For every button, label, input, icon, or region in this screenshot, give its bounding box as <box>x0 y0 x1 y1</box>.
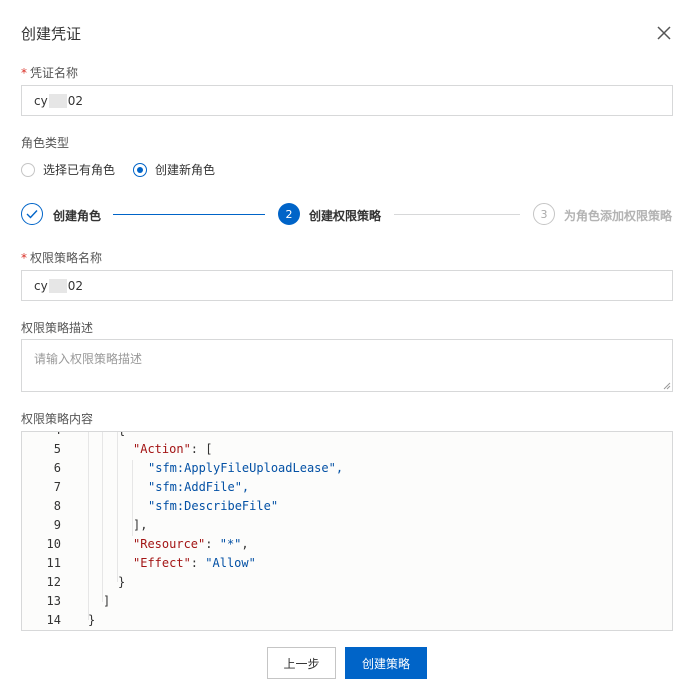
credential-name-suffix: 02 <box>67 93 83 108</box>
credential-name-prefix: cy <box>34 93 48 108</box>
radio-circle-selected <box>133 162 147 177</box>
code-line: ] <box>103 594 111 608</box>
prev-button[interactable]: 上一步 <box>267 647 336 679</box>
policy-desc-label: 权限策略描述 <box>21 321 94 335</box>
credential-name-input[interactable]: cy 02 <box>21 85 673 116</box>
policy-name-input[interactable]: cy 02 <box>21 270 673 301</box>
code-line: "sfm:ApplyFileUploadLease", <box>148 461 344 475</box>
dialog-title: 创建凭证 <box>21 25 82 43</box>
code-line: } <box>88 613 96 627</box>
policy-name-label: * 权限策略名称 <box>21 251 103 265</box>
radio-label: 创建新角色 <box>155 163 216 177</box>
code-line: { <box>118 432 125 437</box>
code-editor[interactable]: 4 5 6 7 8 9 10 11 12 13 14 { "Action": [… <box>21 431 673 631</box>
line-number: 12 <box>46 575 61 589</box>
line-number: 7 <box>53 480 61 494</box>
code-line: } <box>118 575 126 589</box>
radio-new-role[interactable]: 创建新角色 <box>133 161 215 178</box>
step-3-label: 为角色添加权限策略 <box>564 209 673 223</box>
line-number: 5 <box>53 442 61 456</box>
radio-label: 选择已有角色 <box>43 163 116 177</box>
indent-guide <box>102 432 103 602</box>
policy-desc-textarea[interactable]: 请输入权限策略描述 <box>21 339 673 392</box>
radio-existing-role[interactable]: 选择已有角色 <box>21 161 115 178</box>
line-number: 14 <box>46 613 61 627</box>
step-3-number: 3 <box>533 203 555 225</box>
radio-circle <box>21 162 35 177</box>
code-line: "sfm:AddFile", <box>148 480 250 494</box>
indent-guide <box>88 432 89 620</box>
line-number: 13 <box>46 594 61 608</box>
line-number: 9 <box>53 518 61 532</box>
required-mark: * <box>21 251 27 265</box>
role-type-label: 角色类型 <box>21 136 70 150</box>
line-number: 6 <box>53 461 61 475</box>
step-connector-2 <box>394 214 520 215</box>
step-1-check-icon <box>21 203 43 225</box>
indent-guide <box>117 432 118 582</box>
line-number: 4 <box>54 432 61 437</box>
code-line: "sfm:DescribeFile" <box>148 499 279 513</box>
policy-content-label: 权限策略内容 <box>21 412 94 426</box>
code-line: ], <box>133 518 148 532</box>
step-1-label: 创建角色 <box>53 209 102 223</box>
masked-text <box>48 278 67 293</box>
policy-name-prefix: cy <box>34 278 48 293</box>
line-number: 10 <box>46 537 61 551</box>
masked-text <box>48 93 67 108</box>
create-policy-button[interactable]: 创建策略 <box>345 647 427 679</box>
required-mark: * <box>21 66 27 80</box>
code-line: "Effect": "Allow" <box>133 556 256 570</box>
close-icon[interactable] <box>655 24 673 42</box>
step-2-number: 2 <box>278 203 300 225</box>
line-gutter: 4 5 6 7 8 9 10 11 12 13 14 <box>22 432 67 630</box>
credential-name-label: * 凭证名称 <box>21 66 79 80</box>
code-line: "Action": [ <box>133 442 213 456</box>
code-line: "Resource": "*", <box>133 537 249 551</box>
line-number: 8 <box>53 499 61 513</box>
policy-name-suffix: 02 <box>67 278 83 293</box>
step-2-label: 创建权限策略 <box>309 209 382 223</box>
policy-desc-placeholder: 请输入权限策略描述 <box>34 352 143 366</box>
line-number: 11 <box>46 556 61 570</box>
step-connector-1 <box>113 214 265 215</box>
resize-handle-icon[interactable] <box>663 382 671 390</box>
